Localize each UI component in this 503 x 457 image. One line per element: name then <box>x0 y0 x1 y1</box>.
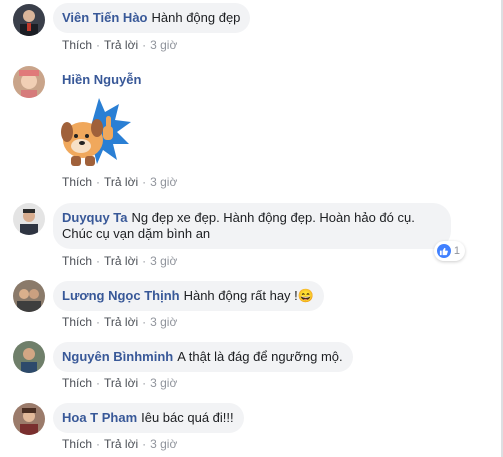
reply-link[interactable]: Trả lời <box>104 315 138 329</box>
thumbs-up-icon <box>436 244 451 258</box>
timestamp[interactable]: 3 giờ <box>150 376 177 390</box>
like-link[interactable]: Thích <box>62 254 92 268</box>
timestamp[interactable]: 3 giờ <box>150 175 177 189</box>
comment-actions: Thích · Trả lời · 3 giờ <box>62 38 177 52</box>
separator: · <box>142 254 147 268</box>
like-link[interactable]: Thích <box>62 376 92 390</box>
like-link[interactable]: Thích <box>62 315 92 329</box>
comment-text: Hành động rất hay !😄 <box>183 288 314 303</box>
comment-actions: Thích · Trả lời · 3 giờ <box>62 254 177 268</box>
separator: · <box>142 38 147 52</box>
comment-actions: Thích · Trả lời · 3 giờ <box>62 376 177 390</box>
like-link[interactable]: Thích <box>62 175 92 189</box>
separator: · <box>142 376 147 390</box>
like-link[interactable]: Thích <box>62 437 92 451</box>
reply-link[interactable]: Trả lời <box>104 376 138 390</box>
comment-bubble: Duyquy Ta Ng đẹp xe đẹp. Hành động đẹp. H… <box>53 203 451 249</box>
separator: · <box>142 315 147 329</box>
avatar[interactable] <box>13 403 45 435</box>
comment-bubble: Lương Ngọc Thịnh Hành động rất hay !😄 <box>53 281 324 311</box>
comment-actions: Thích · Trả lời · 3 giờ <box>62 315 177 329</box>
comment-bubble: Nguyên Bìnhminh A thật là đág để ngưỡng m… <box>53 342 353 372</box>
comment-bubble: Hoa T Pham Iêu bác quá đi!!! <box>53 403 244 433</box>
comment-text: A thật là đág để ngưỡng mộ. <box>177 349 343 364</box>
separator: · <box>142 437 147 451</box>
separator: · <box>96 254 101 268</box>
comment-actions: Thích · Trả lời · 3 giờ <box>62 437 177 451</box>
separator: · <box>96 175 101 189</box>
comment-text: Iêu bác quá đi!!! <box>141 410 234 425</box>
timestamp[interactable]: 3 giờ <box>150 315 177 329</box>
reply-link[interactable]: Trả lời <box>104 254 138 268</box>
comment-author[interactable]: Hiền Nguyễn <box>62 72 141 87</box>
timestamp[interactable]: 3 giờ <box>150 437 177 451</box>
comment-bubble: Viên Tiến Hào Hành động đẹp <box>53 3 251 33</box>
comment-actions: Thích · Trả lời · 3 giờ <box>62 175 177 189</box>
avatar[interactable] <box>13 203 45 235</box>
separator: · <box>96 315 101 329</box>
comment-author[interactable]: Viên Tiến Hào <box>62 10 148 25</box>
reaction-count[interactable]: 1 <box>433 241 465 261</box>
comment-author[interactable]: Hoa T Pham <box>62 410 137 425</box>
separator: · <box>96 376 101 390</box>
timestamp[interactable]: 3 giờ <box>150 38 177 52</box>
reply-link[interactable]: Trả lời <box>104 437 138 451</box>
timestamp[interactable]: 3 giờ <box>150 254 177 268</box>
reaction-number: 1 <box>453 245 460 257</box>
comment-text: Hành động đẹp <box>151 10 241 25</box>
comment-author[interactable]: Lương Ngọc Thịnh <box>62 288 180 303</box>
dog-thumbs-up-sticker <box>53 94 133 174</box>
comment-author[interactable]: Nguyên Bìnhminh <box>62 349 173 364</box>
reply-link[interactable]: Trả lời <box>104 175 138 189</box>
separator: · <box>142 175 147 189</box>
like-link[interactable]: Thích <box>62 38 92 52</box>
reply-link[interactable]: Trả lời <box>104 38 138 52</box>
separator: · <box>96 437 101 451</box>
separator: · <box>96 38 101 52</box>
avatar[interactable] <box>13 341 45 373</box>
avatar[interactable] <box>13 4 45 36</box>
avatar[interactable] <box>13 280 45 312</box>
comment-author[interactable]: Duyquy Ta <box>62 210 128 225</box>
avatar[interactable] <box>13 66 45 98</box>
